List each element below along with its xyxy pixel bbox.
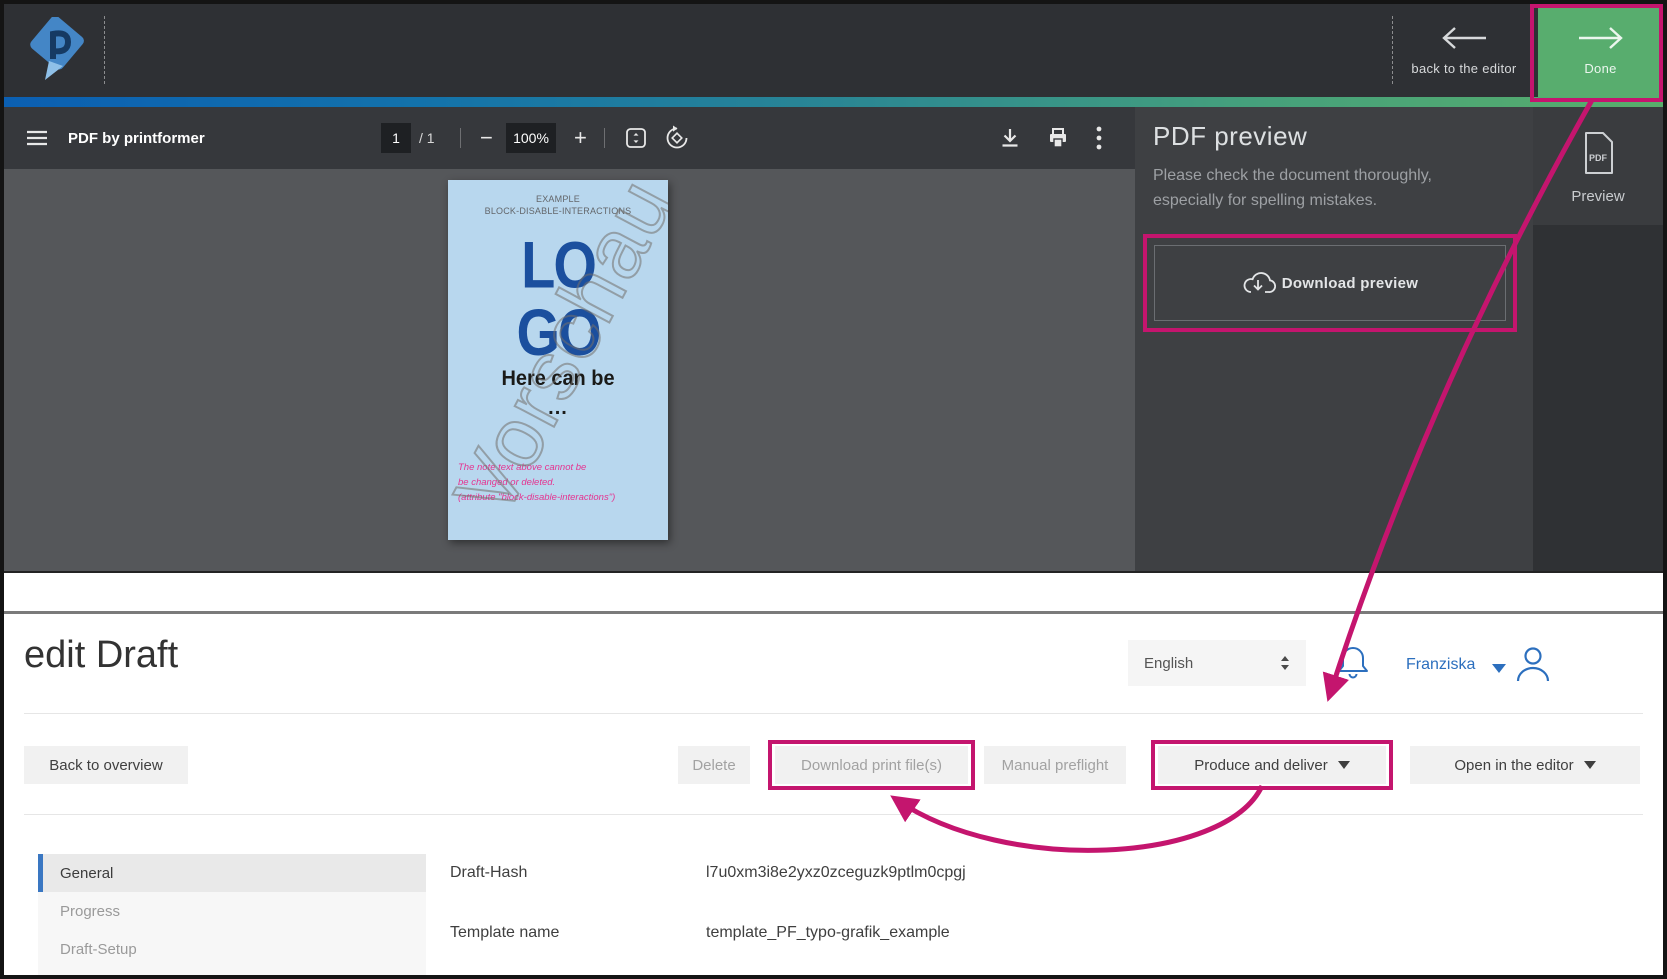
arrow-left-icon (1440, 26, 1488, 50)
draft-menu: General Progress Draft-Setup (38, 854, 426, 979)
produce-caret-icon (1338, 761, 1350, 769)
user-menu-caret-icon[interactable] (1492, 664, 1506, 673)
pdf-file-icon: PDF (1579, 131, 1617, 175)
fit-to-page-icon[interactable] (624, 107, 648, 169)
menu-item-general[interactable]: General (38, 854, 426, 892)
appbar-divider-left (104, 16, 105, 84)
screenshot-root: back to the editor Done PDF by printform… (0, 0, 1667, 979)
document-header-line1: EXAMPLE (448, 193, 668, 205)
produce-and-deliver-button[interactable]: Produce and deliver (1158, 746, 1386, 784)
document-logo-text: LO GO (448, 231, 668, 366)
zoom-out-button[interactable]: − (480, 107, 493, 169)
brand-gradient-bar (4, 97, 1663, 107)
download-preview-label: Download preview (1282, 275, 1419, 292)
menu-hamburger-icon[interactable] (26, 107, 48, 169)
language-select-value: English (1144, 655, 1193, 672)
print-icon[interactable] (1046, 107, 1070, 169)
menu-item-progress[interactable]: Progress (38, 892, 426, 930)
rotate-page-icon[interactable] (664, 107, 690, 169)
zoom-in-button[interactable]: + (574, 107, 587, 169)
svg-text:PDF: PDF (1589, 153, 1608, 163)
printformer-logo (28, 17, 86, 83)
document-ellipsis: ... (448, 397, 668, 420)
pdf-editor-section: back to the editor Done PDF by printform… (4, 4, 1663, 573)
delete-button[interactable]: Delete (678, 746, 750, 784)
pdf-page: EXAMPLE BLOCK-DISABLE-INTERACTIONS LO GO… (448, 180, 668, 540)
document-header: EXAMPLE BLOCK-DISABLE-INTERACTIONS (448, 193, 668, 217)
header-divider (24, 713, 1643, 714)
template-name-label: Template name (450, 914, 559, 952)
pdf-main-column: PDF by printformer 1 / 1 − 100% + (4, 107, 1135, 571)
editor-appbar: back to the editor Done (4, 4, 1663, 97)
cloud-download-icon (1242, 269, 1276, 297)
preview-tab-label: Preview (1533, 188, 1663, 205)
draft-hash-label: Draft-Hash (450, 854, 527, 892)
open-in-editor-button[interactable]: Open in the editor (1410, 746, 1640, 784)
download-pdf-icon[interactable] (998, 107, 1022, 169)
pdf-preview-sidebar: PDF preview Please check the document th… (1135, 107, 1533, 571)
manual-preflight-button[interactable]: Manual preflight (984, 746, 1126, 784)
edit-draft-panel: edit Draft English Franziska Back to ove… (4, 611, 1663, 975)
user-name[interactable]: Franziska (1406, 656, 1475, 674)
right-tab-strip: PDF Preview (1533, 107, 1663, 571)
sidebar-title: PDF preview (1153, 121, 1307, 152)
language-select[interactable]: English (1128, 640, 1306, 686)
more-options-icon[interactable] (1096, 107, 1102, 169)
sidebar-subtitle: Please check the document thoroughly, es… (1153, 163, 1432, 213)
download-preview-button[interactable]: Download preview (1154, 245, 1506, 321)
notifications-bell-icon[interactable] (1336, 644, 1370, 680)
user-avatar-icon[interactable] (1514, 644, 1552, 682)
page-total-label: / 1 (419, 107, 435, 169)
done-button[interactable]: Done (1538, 4, 1663, 97)
done-label: Done (1538, 61, 1663, 76)
template-name-value: template_PF_typo-grafik_example (706, 914, 950, 952)
toolbar-separator (460, 128, 461, 148)
document-note-text: The note text above cannot be be changed… (458, 460, 615, 505)
document-header-line2: BLOCK-DISABLE-INTERACTIONS (448, 205, 668, 217)
pdf-viewer-body: PDF by printformer 1 / 1 − 100% + (4, 107, 1663, 571)
appbar-divider-right (1392, 16, 1393, 84)
select-arrows-icon (1278, 653, 1292, 673)
printformer-logo-icon (28, 17, 86, 83)
document-body-text: Here can be (454, 367, 663, 391)
download-print-files-button[interactable]: Download print file(s) (775, 746, 968, 784)
viewer-title: PDF by printformer (68, 107, 205, 169)
download-preview-highlight: Download preview (1143, 234, 1517, 332)
arrow-right-icon (1577, 26, 1625, 50)
zoom-level-value[interactable]: 100% (506, 123, 556, 153)
pdf-toolbar: PDF by printformer 1 / 1 − 100% + (4, 107, 1135, 169)
pdf-canvas[interactable]: EXAMPLE BLOCK-DISABLE-INTERACTIONS LO GO… (4, 169, 1135, 571)
page-number-input[interactable]: 1 (381, 123, 411, 153)
toolbar-separator (604, 128, 605, 148)
preview-tab[interactable]: PDF Preview (1533, 107, 1663, 225)
open-editor-caret-icon (1584, 761, 1596, 769)
menu-item-draft-setup[interactable]: Draft-Setup (38, 930, 426, 968)
actions-divider (24, 814, 1643, 815)
draft-hash-value: l7u0xm3i8e2yxz0zceguzk9ptlm0cpgj (706, 854, 966, 892)
page-title: edit Draft (24, 634, 178, 677)
back-to-editor-button[interactable]: back to the editor (1396, 4, 1532, 97)
back-to-editor-label: back to the editor (1396, 61, 1532, 76)
back-to-overview-button[interactable]: Back to overview (24, 746, 188, 784)
